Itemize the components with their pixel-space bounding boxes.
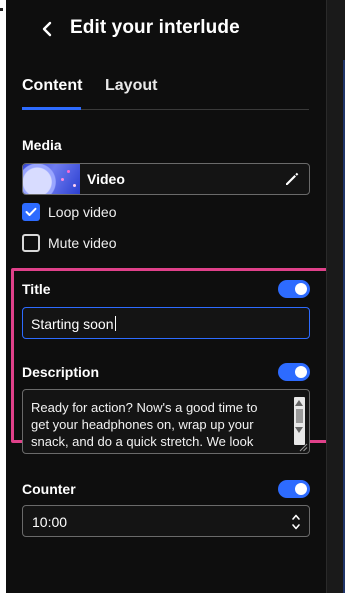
edge-mark bbox=[0, 8, 3, 11]
title-input-value: Starting soon bbox=[31, 316, 114, 332]
tab-layout[interactable]: Layout bbox=[105, 77, 157, 95]
toggle-knob bbox=[295, 283, 307, 295]
scroll-down-arrow-icon[interactable] bbox=[295, 427, 303, 433]
active-tab-indicator bbox=[22, 107, 81, 110]
thumbnail-sparkle bbox=[61, 178, 64, 181]
edit-media-button[interactable] bbox=[283, 170, 301, 188]
back-button[interactable] bbox=[36, 18, 58, 40]
textarea-scrollbar[interactable] bbox=[294, 397, 305, 445]
loop-video-option[interactable]: Loop video bbox=[22, 203, 117, 221]
mute-video-checkbox[interactable] bbox=[22, 234, 40, 252]
media-label: Media bbox=[22, 137, 62, 153]
edit-interlude-panel: Edit your interlude Content Layout Media… bbox=[6, 0, 335, 593]
preview-area-edge bbox=[326, 0, 345, 593]
title-label: Title bbox=[22, 281, 51, 297]
counter-label: Counter bbox=[22, 481, 76, 497]
resize-grip-icon[interactable] bbox=[298, 442, 308, 452]
chevron-left-icon bbox=[42, 21, 52, 37]
video-thumbnail bbox=[23, 164, 80, 194]
text-caret bbox=[114, 316, 116, 331]
description-textarea[interactable]: Ready for action? Now's a good time to g… bbox=[22, 389, 310, 454]
title-toggle[interactable] bbox=[278, 280, 310, 298]
scroll-up-arrow-icon[interactable] bbox=[295, 400, 303, 406]
toggle-knob bbox=[295, 366, 307, 378]
loop-video-label: Loop video bbox=[48, 204, 117, 220]
counter-time-input[interactable]: 10:00 bbox=[22, 505, 310, 537]
description-text: Ready for action? Now's a good time to g… bbox=[31, 400, 258, 449]
thumbnail-sparkle bbox=[73, 184, 76, 187]
pencil-icon bbox=[286, 172, 299, 185]
mute-video-label: Mute video bbox=[48, 235, 117, 251]
stepper-arrows-icon[interactable] bbox=[291, 511, 301, 533]
media-selector[interactable]: Video bbox=[22, 163, 310, 195]
counter-value: 10:00 bbox=[32, 514, 68, 530]
description-toggle[interactable] bbox=[278, 363, 310, 381]
description-label: Description bbox=[22, 364, 100, 380]
page-title: Edit your interlude bbox=[70, 17, 240, 38]
scroll-thumb[interactable] bbox=[296, 409, 303, 423]
media-type-label: Video bbox=[87, 171, 125, 187]
title-input[interactable]: Starting soon bbox=[22, 307, 310, 339]
counter-toggle[interactable] bbox=[278, 480, 310, 498]
checkmark-icon bbox=[25, 207, 37, 216]
panel-header: Edit your interlude bbox=[6, 0, 326, 58]
mute-video-option[interactable]: Mute video bbox=[22, 234, 116, 252]
tab-content[interactable]: Content bbox=[22, 77, 82, 95]
tab-bar: Content Layout bbox=[22, 74, 309, 110]
thumbnail-sparkle bbox=[67, 170, 70, 173]
toggle-knob bbox=[295, 483, 307, 495]
loop-video-checkbox[interactable] bbox=[22, 203, 40, 221]
